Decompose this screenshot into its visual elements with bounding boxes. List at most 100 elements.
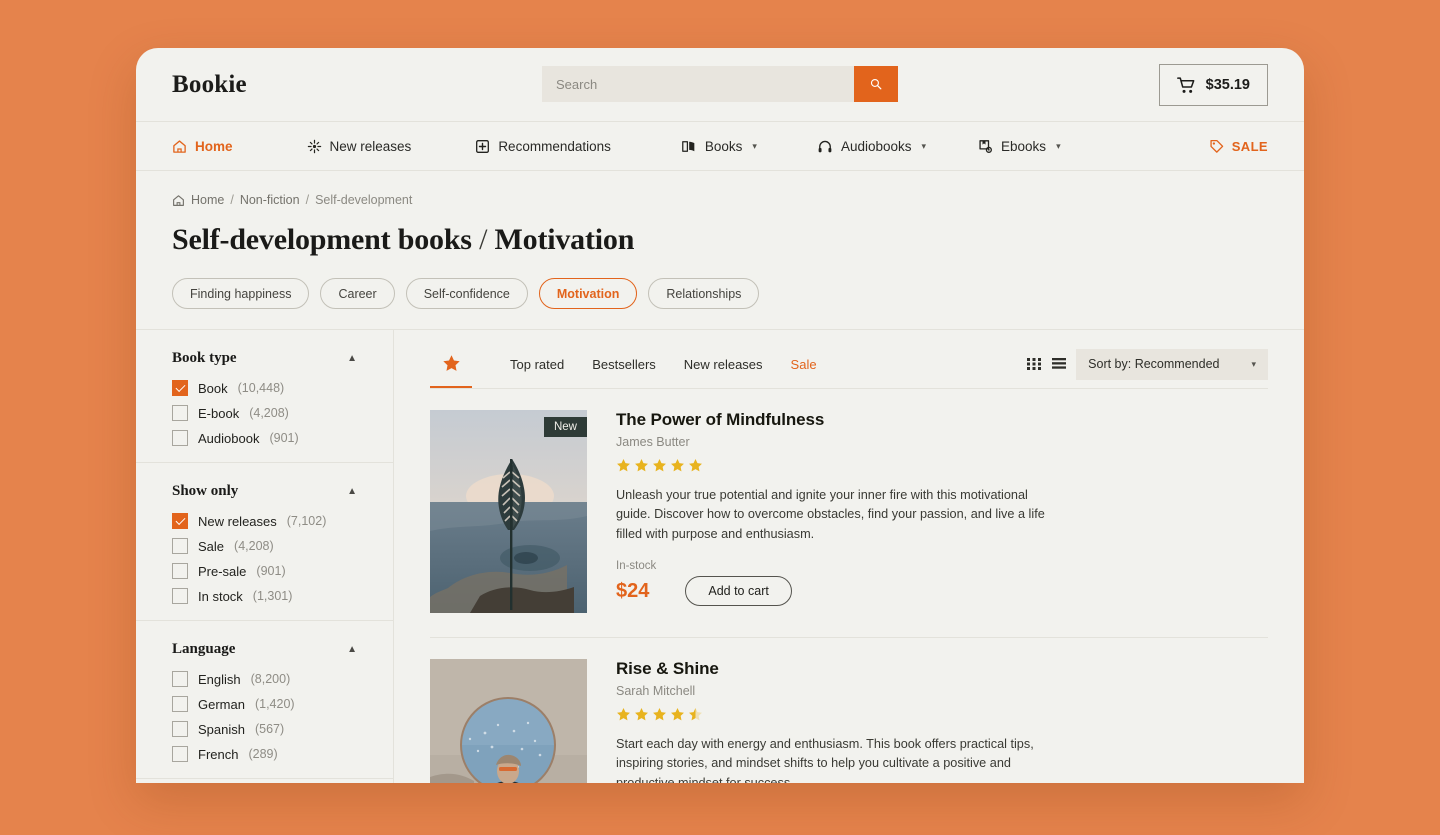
chip-career[interactable]: Career (320, 278, 395, 309)
content-split: Book type ▲ Book (10,448) E-book (4,208)… (136, 329, 1304, 783)
checkbox[interactable] (172, 563, 188, 579)
checkbox[interactable] (172, 430, 188, 446)
product-buy-row: $24 Add to cart (616, 576, 1061, 607)
facet-option-book[interactable]: Book (10,448) (172, 380, 357, 396)
nav-label: Home (195, 138, 233, 154)
page-title-separator: / (471, 223, 495, 256)
chip-self-confidence[interactable]: Self-confidence (405, 278, 528, 309)
nav-label: Audiobooks (840, 138, 912, 154)
facet-option-label: German (198, 696, 245, 712)
facet-option-label: Spanish (198, 721, 245, 737)
star-icon (442, 354, 460, 371)
star-icon (635, 707, 648, 721)
tab-bestsellers[interactable]: Bestsellers (592, 357, 656, 372)
product-title[interactable]: The Power of Mindfulness (616, 410, 1061, 430)
product-title[interactable]: Rise & Shine (616, 659, 1061, 679)
ebook-device-icon (979, 139, 992, 153)
facet-option-spanish[interactable]: Spanish (567) (172, 721, 357, 737)
star-icon (617, 707, 630, 721)
facet-book-type: Book type ▲ Book (10,448) E-book (4,208)… (136, 330, 393, 463)
facet-option-label: New releases (198, 513, 277, 529)
facet-option-label: Book (198, 380, 228, 396)
sort-label: Sort by: Recommended (1088, 357, 1220, 371)
facet-option-new-releases[interactable]: New releases (7,102) (172, 513, 357, 529)
price-tag-icon (1210, 139, 1223, 153)
nav-label: Books (704, 138, 743, 154)
facet-option-e-book[interactable]: E-book (4,208) (172, 405, 357, 421)
chevron-up-icon[interactable]: ▲ (347, 353, 357, 364)
checkbox[interactable] (172, 696, 188, 712)
breadcrumb-separator: / (305, 193, 310, 207)
checkbox[interactable] (172, 538, 188, 554)
new-badge: New (543, 417, 587, 437)
facet-option-audiobook[interactable]: Audiobook (901) (172, 430, 357, 446)
facet-option-count: (10,448) (237, 381, 285, 395)
tab-top-rated[interactable]: Top rated (510, 357, 564, 372)
facet-option-count: (4,208) (249, 406, 289, 420)
facet-option-label: E-book (198, 405, 240, 421)
breadcrumb-item-home[interactable]: Home (191, 193, 224, 207)
checkbox[interactable] (172, 513, 188, 529)
cart-button[interactable]: $35.19 (1158, 64, 1268, 106)
facet-show-only: Show only ▲ New releases (7,102) Sale (4… (136, 463, 393, 621)
tab-new-releases[interactable]: New releases (684, 357, 763, 372)
facet-option-in-stock[interactable]: In stock (1,301) (172, 588, 357, 604)
nav-item-home[interactable]: Home (172, 139, 233, 154)
checkbox[interactable] (172, 405, 188, 421)
checkbox[interactable] (172, 671, 188, 687)
search-submit-button[interactable] (854, 66, 898, 102)
add-to-cart-button[interactable]: Add to cart (685, 576, 792, 607)
nav-item-sale[interactable]: SALE (1209, 139, 1268, 154)
grid-view-button[interactable] (1026, 356, 1042, 372)
facet-title: Book type (172, 350, 237, 366)
page-title-sub: Motivation (494, 223, 635, 256)
chip-motivation[interactable]: Motivation (538, 278, 638, 309)
facet-option-label: Pre-sale (198, 563, 247, 579)
facet-option-pre-sale[interactable]: Pre-sale (901) (172, 563, 357, 579)
brand-logo[interactable]: Bookie (172, 71, 247, 99)
nav-item-recommendations[interactable]: Recommendations (475, 139, 611, 154)
chevron-up-icon[interactable]: ▲ (347, 486, 357, 497)
product-info: The Power of Mindfulness James Butter Un… (616, 410, 1061, 613)
product-author: James Butter (616, 435, 690, 449)
facet-option-french[interactable]: French (289) (172, 746, 357, 762)
breadcrumb-item-non-fiction[interactable]: Non-fiction (240, 193, 300, 207)
book-cover-rise-and-shine[interactable] (430, 659, 587, 783)
nav-item-books[interactable]: Books ▾ (681, 139, 757, 154)
checkbox[interactable] (172, 721, 188, 737)
facet-option-sale[interactable]: Sale (4,208) (172, 538, 357, 554)
facet-header-book-type[interactable]: Book type ▲ (172, 350, 357, 367)
nav-item-ebooks[interactable]: Ebooks ▾ (978, 139, 1061, 154)
tab-featured[interactable] (430, 340, 472, 388)
list-view-button[interactable] (1051, 356, 1067, 372)
facet-option-german[interactable]: German (1,420) (172, 696, 357, 712)
nav-item-new-releases[interactable]: New releases (307, 139, 411, 154)
facet-header-show-only[interactable]: Show only ▲ (172, 483, 357, 500)
results-panel: Top rated Bestsellers New releases Sale (394, 330, 1304, 783)
book-cover-the-power-of-mindfulness[interactable]: New (430, 410, 587, 613)
facet-option-label: Audiobook (198, 430, 260, 446)
checkbox[interactable] (172, 746, 188, 762)
facet-option-english[interactable]: English (8,200) (172, 671, 357, 687)
product-stock-status: In-stock (616, 560, 657, 573)
main-navigation: Home New releases Recommendations Books … (136, 122, 1304, 171)
sort-dropdown[interactable]: Sort by: Recommended ▾ (1076, 348, 1268, 380)
breadcrumb: Home / Non-fiction / Self-development (136, 171, 1304, 207)
plus-square-icon (476, 139, 490, 153)
chevron-up-icon[interactable]: ▲ (347, 644, 357, 655)
checkbox[interactable] (172, 588, 188, 604)
nav-item-audiobooks[interactable]: Audiobooks ▾ (817, 139, 926, 154)
results-toolbar: Top rated Bestsellers New releases Sale (430, 340, 1268, 389)
open-book-icon (682, 140, 695, 152)
tab-sale[interactable]: Sale (791, 357, 817, 372)
chip-finding-happiness[interactable]: Finding happiness (172, 278, 310, 309)
checkbox[interactable] (172, 380, 188, 396)
search-input[interactable] (542, 66, 854, 102)
facet-option-count: (7,102) (286, 514, 327, 528)
feather-over-sunset-lake-cover (430, 410, 587, 613)
chevron-down-icon: ▾ (1056, 140, 1061, 151)
facet-header-language[interactable]: Language ▲ (172, 641, 357, 658)
toolbar-right: Sort by: Recommended ▾ (1026, 348, 1268, 380)
chip-relationships[interactable]: Relationships (648, 278, 760, 309)
rating-stars (616, 707, 1061, 722)
